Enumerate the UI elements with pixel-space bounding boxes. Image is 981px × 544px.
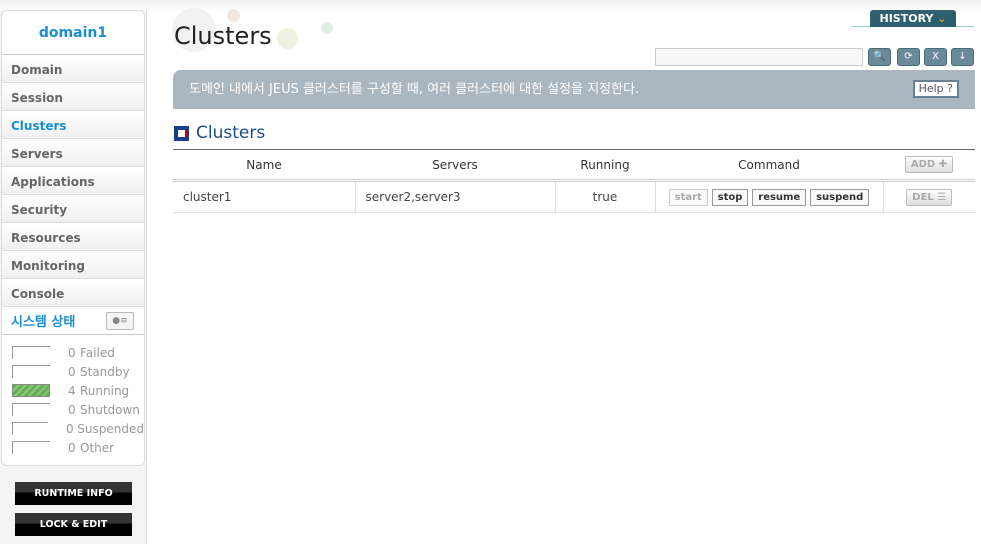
status-count: 0 [65,421,74,436]
suspend-button[interactable]: suspend [810,188,870,206]
nav-domain[interactable]: Domain [2,55,144,83]
status-label: Failed [80,345,115,360]
table-header: Name Servers Running Command ADD ✚ [173,149,975,182]
column-servers: Servers [355,149,555,182]
command-cell: start stop resume suspend [655,180,884,213]
start-button[interactable]: start [668,188,708,206]
status-bar [12,384,50,397]
status-label: Shutdown [80,402,140,417]
stop-button[interactable]: stop [711,188,749,206]
decor-circle [277,28,298,49]
nav-console[interactable]: Console [2,279,144,307]
status-failed: 0 Failed [12,343,144,362]
resume-button[interactable]: resume [752,188,807,206]
nav-clusters[interactable]: Clusters [2,111,144,139]
history-label: HISTORY [879,12,934,25]
decor-circle [227,9,240,22]
history-button[interactable]: HISTORY ⌄ [870,10,956,27]
system-status-toggle-icon[interactable]: ●≡ [106,311,134,330]
column-name: Name [173,149,355,182]
status-suspended: 0 Suspended [12,419,144,438]
nav-monitoring[interactable]: Monitoring [2,251,144,279]
add-label: ADD [910,159,936,170]
status-count: 0 [68,440,76,455]
status-running: 4 Running [12,381,144,400]
decor-circle [321,22,333,34]
domain-name[interactable]: domain1 [2,11,144,55]
status-count: 4 [68,383,76,398]
status-count: 0 [68,345,76,360]
status-standby: 0 Standby [12,362,144,381]
chevron-down-icon: ⌄ [937,12,947,25]
help-button[interactable]: Help ? [912,80,959,98]
page-title: Clusters [174,22,272,50]
runtime-info-button[interactable]: RUNTIME INFO [15,482,132,505]
status-other: 0 Other [12,438,144,457]
table-row[interactable]: cluster1 server2,server3 true start stop… [173,180,975,213]
status-count: 0 [68,402,76,417]
cluster-running: true [555,180,656,213]
cluster-name[interactable]: cluster1 [173,180,356,213]
del-cell: DEL ☰ [883,180,975,213]
section-title: Clusters [196,123,266,143]
lock-edit-button[interactable]: LOCK & EDIT [15,513,132,536]
search-icon[interactable]: 🔍 [868,48,891,66]
status-count: 0 [68,364,76,379]
status-bar [12,403,50,416]
section-icon [174,125,189,141]
nav-servers[interactable]: Servers [2,139,144,167]
delete-button[interactable]: DEL ☰ [906,188,953,206]
status-label: Other [80,440,115,455]
cluster-servers: server2,server3 [355,180,556,213]
xml-export-icon[interactable]: X [924,48,947,66]
clusters-table: Name Servers Running Command ADD ✚ clust… [173,149,975,213]
status-label: Standby [80,364,130,379]
add-button[interactable]: ADD ✚ [904,156,954,173]
status-label: Suspended [77,421,144,436]
search-input[interactable] [655,48,863,66]
nav-applications[interactable]: Applications [2,167,144,195]
delete-label: DEL [912,191,934,203]
description-text: 도메인 내에서 JEUS 클러스터를 구성할 때, 여러 클러스터에 대한 설정… [189,82,640,97]
reload-icon[interactable]: ⟳ [897,48,920,66]
top-strip [0,0,981,12]
description-banner: 도메인 내에서 JEUS 클러스터를 구성할 때, 여러 클러스터에 대한 설정… [173,70,975,109]
status-list: 0 Failed 0 Standby 4 Running 0 Shutdown 0 Sus… [2,335,144,465]
nav-resources[interactable]: Resources [2,223,144,251]
section-header: Clusters [174,123,265,143]
nav-menu: Domain Session Clusters Servers Applicat… [2,55,144,307]
column-running: Running [555,149,655,182]
column-command: Command [655,149,883,182]
add-cell: ADD ✚ [883,149,975,182]
sidebar: domain1 Domain Session Clusters Servers … [0,10,147,544]
nav-session[interactable]: Session [2,83,144,111]
status-shutdown: 0 Shutdown [12,400,144,419]
download-icon[interactable]: ↓ [951,48,974,66]
status-bar [12,365,50,378]
status-bar [12,346,50,359]
status-bar [12,441,50,454]
status-bar [12,422,48,435]
status-label: Running [80,383,130,398]
system-status-title: 시스템 상태 [11,315,76,330]
nav-security[interactable]: Security [2,195,144,223]
system-status-header: 시스템 상태 ●≡ [2,307,144,335]
